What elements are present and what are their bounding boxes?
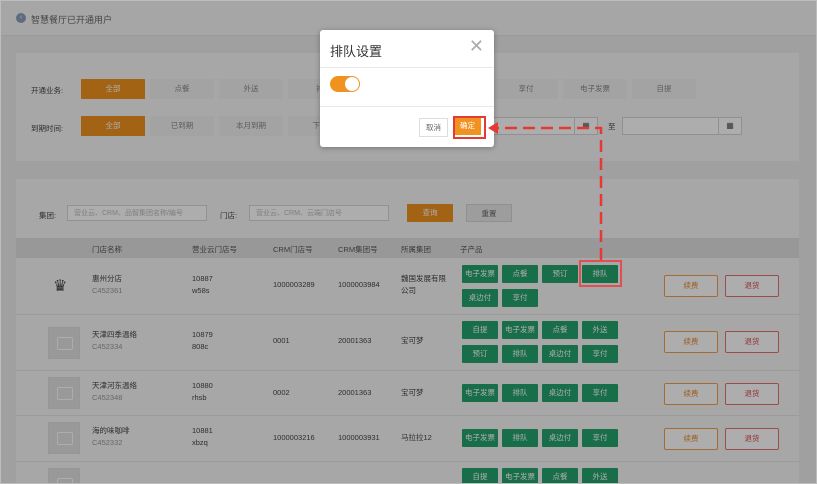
app-frame: ‹ 智慧餐厅已开通用户 开通业务: 全部 点餐 外送 排 享付 电子发票 自提 … [0,0,817,484]
annotation-arrow [488,122,603,260]
arrow-path [497,126,603,260]
arrow-head [488,122,498,134]
